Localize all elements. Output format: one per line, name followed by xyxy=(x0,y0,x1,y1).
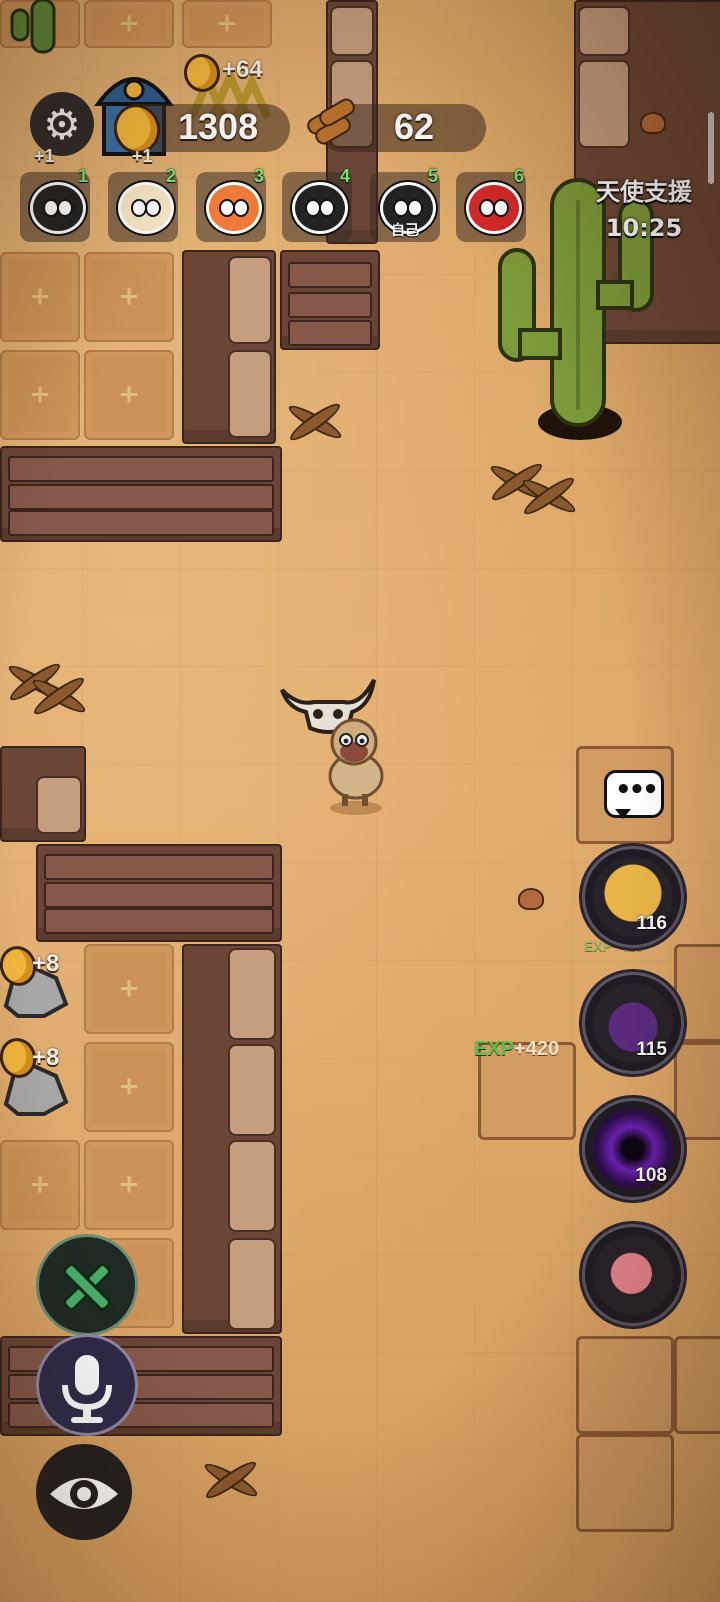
wall-stone xyxy=(228,256,272,344)
dry-bush xyxy=(280,396,350,448)
floor-tile[interactable] xyxy=(0,1140,80,1230)
view-toggle-button[interactable] xyxy=(36,1444,132,1540)
skill-meat-button[interactable] xyxy=(582,1224,684,1326)
scrollbar[interactable] xyxy=(708,112,714,184)
player-slot[interactable]: 4 xyxy=(282,166,352,242)
player-slot[interactable]: 3 xyxy=(196,166,266,242)
skill-potion-button[interactable]: 115 xyxy=(582,972,684,1074)
chat-bubble-icon xyxy=(604,770,664,819)
wrench-hammer-icon xyxy=(63,1263,111,1311)
wall-stone xyxy=(578,60,630,148)
coin-count: 1308 xyxy=(178,106,259,147)
microphone-icon xyxy=(62,1355,112,1423)
floor-tile[interactable] xyxy=(84,0,174,48)
floor-tile[interactable] xyxy=(0,350,80,440)
player-slot[interactable]: 1 +1 xyxy=(20,146,90,242)
ore-gain-text: +8 xyxy=(32,1044,60,1071)
wood-count: 62 xyxy=(394,106,435,147)
angel-support-label: 天使支援 xyxy=(596,178,692,206)
skill-vortex-button[interactable]: 108 xyxy=(582,1098,684,1200)
player-slot[interactable]: 6 xyxy=(456,166,526,242)
wall-stone xyxy=(330,6,374,56)
player-sheep[interactable] xyxy=(318,716,394,816)
dirt-tile xyxy=(576,1434,674,1532)
player-avatar xyxy=(118,182,174,234)
microphone-button[interactable] xyxy=(36,1334,138,1436)
floor-tile[interactable] xyxy=(84,944,174,1034)
dirt-tile xyxy=(576,1336,674,1434)
wall-stone xyxy=(228,350,272,438)
dry-bush xyxy=(196,1454,266,1506)
wall-stone xyxy=(228,1238,276,1330)
floor-tile[interactable] xyxy=(84,1042,174,1132)
angel-support-timer[interactable]: 天使支援 10:25 xyxy=(596,174,692,246)
player-avatar xyxy=(466,182,522,234)
floor-tile[interactable] xyxy=(84,252,174,342)
wall-stone xyxy=(228,1140,276,1232)
build-tools-button[interactable] xyxy=(36,1234,138,1336)
dirt-tile xyxy=(674,1336,720,1434)
angel-support-time: 10:25 xyxy=(605,214,683,242)
cactus-sprite xyxy=(10,0,56,54)
ore-gain-text: +8 xyxy=(32,950,60,977)
player-avatar xyxy=(206,182,262,234)
stone-wall xyxy=(36,844,282,942)
eye-icon xyxy=(50,1478,118,1509)
stone-wall xyxy=(280,250,380,350)
player-slot-self[interactable]: 5 自己 xyxy=(370,166,440,242)
wall-stone xyxy=(36,776,82,834)
exp-popup: EXP+420 xyxy=(474,1038,560,1060)
floor-tile[interactable] xyxy=(182,0,272,48)
dry-bush xyxy=(24,670,94,722)
coin-gain-text: +64 xyxy=(222,56,263,83)
stone-wall xyxy=(0,446,282,542)
player-avatar xyxy=(292,182,348,234)
floor-tile[interactable] xyxy=(84,350,174,440)
dry-bush xyxy=(514,470,584,522)
wood-logs-icon xyxy=(304,95,358,148)
small-rock xyxy=(518,888,544,910)
meat-icon xyxy=(593,1235,673,1315)
game-map[interactable]: +8 +8 EXP+420 EXP+420 +64 ⚙ 1308 62 1 +1… xyxy=(0,0,720,1602)
floor-tile[interactable] xyxy=(0,252,80,342)
small-rock xyxy=(640,112,666,134)
dirt-tile xyxy=(674,1042,720,1140)
wall-stone xyxy=(228,948,276,1040)
floor-tile[interactable] xyxy=(84,1140,174,1230)
skill-piggy-bank-button[interactable]: 116 xyxy=(582,846,684,948)
player-avatar xyxy=(30,182,86,234)
wall-stone xyxy=(578,6,630,56)
self-tag: 自己 xyxy=(391,223,419,239)
player-slot[interactable]: 2 +1 xyxy=(108,146,178,242)
wall-stone xyxy=(228,1044,276,1136)
